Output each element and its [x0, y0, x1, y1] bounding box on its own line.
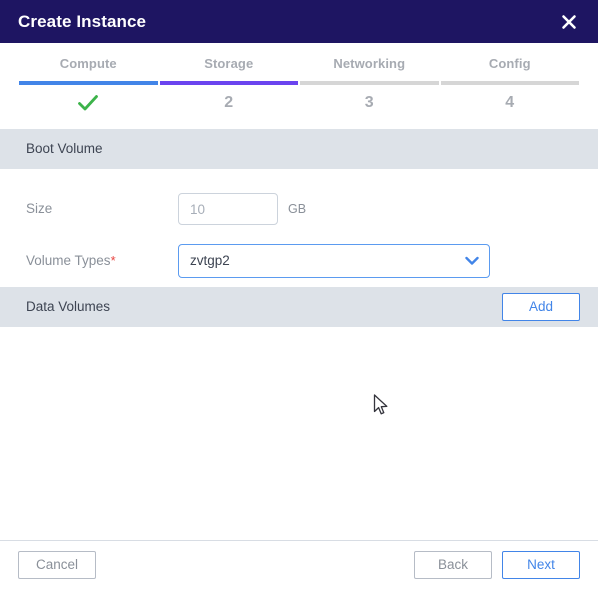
size-unit-label: GB — [288, 201, 307, 216]
step-networking-label: Networking — [333, 56, 406, 71]
create-instance-dialog: Create Instance Compute Storage 2 Networ… — [0, 0, 598, 589]
footer-right-actions: Back Next — [414, 551, 580, 579]
step-compute-indicator — [77, 92, 99, 114]
step-config[interactable]: Config 4 — [440, 57, 581, 114]
step-compute-bar — [19, 81, 158, 85]
volume-types-row: Volume Types* zvtgp2 — [0, 235, 598, 287]
boot-volume-title: Boot Volume — [26, 141, 103, 157]
close-icon — [562, 14, 576, 29]
close-button[interactable] — [556, 9, 582, 35]
next-button[interactable]: Next — [502, 551, 580, 579]
step-config-label: Config — [488, 56, 531, 71]
add-data-volume-button[interactable]: Add — [502, 293, 580, 321]
step-compute[interactable]: Compute — [18, 57, 159, 114]
volume-types-select[interactable]: zvtgp2 — [178, 244, 490, 278]
required-marker: * — [110, 253, 116, 269]
data-volumes-title: Data Volumes — [26, 299, 111, 315]
step-config-bar — [440, 81, 579, 85]
dialog-header: Create Instance — [0, 0, 598, 43]
volume-types-select-wrapper: zvtgp2 — [178, 244, 490, 278]
volume-types-label-text: Volume Types — [26, 253, 111, 269]
step-config-indicator: 4 — [505, 94, 515, 111]
cancel-button[interactable]: Cancel — [18, 551, 96, 579]
step-storage[interactable]: Storage 2 — [159, 57, 300, 114]
boot-volume-form: Size GB Volume Types* zvtgp2 — [0, 169, 598, 287]
wizard-stepper: Compute Storage 2 Networking 3 Config 4 — [0, 43, 598, 114]
size-label: Size — [26, 201, 53, 217]
size-row: Size GB — [0, 183, 598, 235]
size-input[interactable] — [178, 193, 278, 225]
data-volumes-section-header: Data Volumes Add — [0, 287, 598, 327]
step-networking[interactable]: Networking 3 — [299, 57, 440, 114]
step-storage-indicator: 2 — [224, 94, 234, 111]
dialog-title: Create Instance — [18, 12, 147, 31]
step-networking-bar — [300, 81, 439, 85]
step-networking-indicator: 3 — [364, 94, 374, 111]
volume-types-label: Volume Types* — [26, 254, 178, 268]
dialog-footer: Cancel Back Next — [0, 540, 598, 589]
check-icon — [78, 95, 99, 111]
boot-volume-section-header: Boot Volume — [0, 129, 598, 169]
volume-types-selected-value: zvtgp2 — [190, 253, 230, 269]
data-volumes-empty-area — [0, 327, 598, 540]
back-button[interactable]: Back — [414, 551, 492, 579]
step-storage-bar — [159, 81, 298, 85]
step-storage-label: Storage — [204, 56, 254, 71]
step-compute-label: Compute — [59, 56, 117, 71]
